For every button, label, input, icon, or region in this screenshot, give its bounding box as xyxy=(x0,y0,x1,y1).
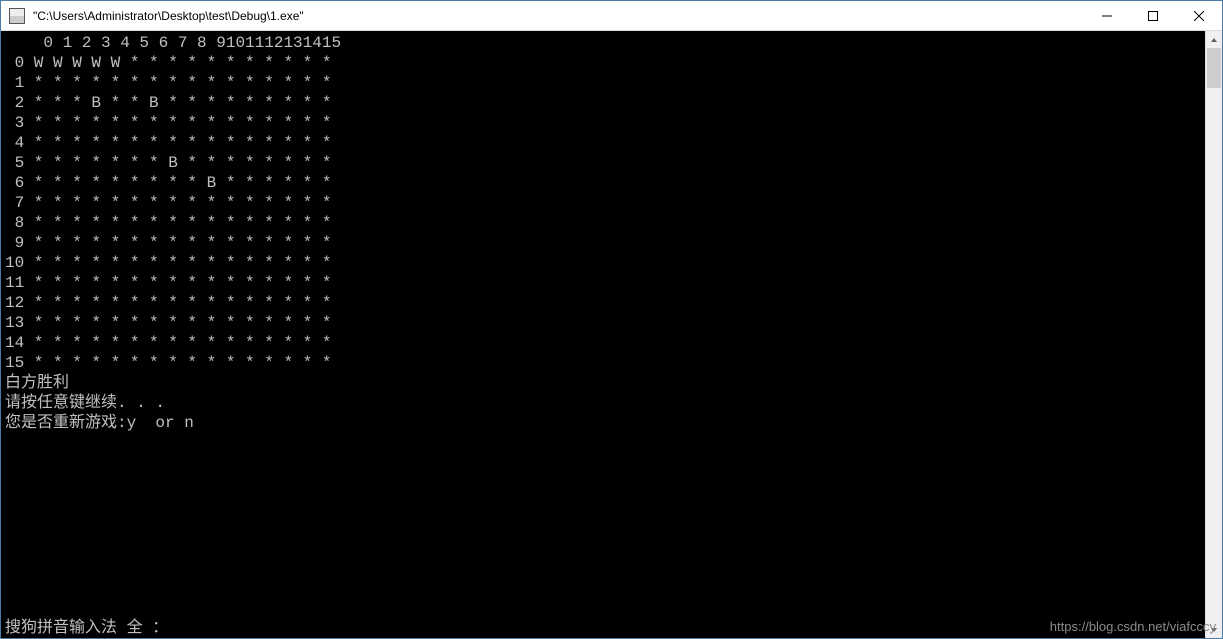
board-row: 0 W W W W W * * * * * * * * * * * xyxy=(5,53,1205,73)
scroll-down-arrow-icon[interactable] xyxy=(1206,621,1222,638)
app-window: "C:\Users\Administrator\Desktop\test\Deb… xyxy=(0,0,1223,639)
close-button[interactable] xyxy=(1176,1,1222,31)
board-row: 11 * * * * * * * * * * * * * * * * xyxy=(5,273,1205,293)
console-filler xyxy=(5,433,1205,618)
board-header-row: 0 1 2 3 4 5 6 7 8 9101112131415 xyxy=(5,33,1205,53)
maximize-button[interactable] xyxy=(1130,1,1176,31)
minimize-button[interactable] xyxy=(1084,1,1130,31)
scroll-up-arrow-icon[interactable] xyxy=(1206,31,1222,48)
board-row: 5 * * * * * * * B * * * * * * * * xyxy=(5,153,1205,173)
board-row: 1 * * * * * * * * * * * * * * * * xyxy=(5,73,1205,93)
board-row: 6 * * * * * * * * * B * * * * * * xyxy=(5,173,1205,193)
ime-status-line: 搜狗拼音输入法 全 ： xyxy=(5,618,1205,638)
titlebar[interactable]: "C:\Users\Administrator\Desktop\test\Deb… xyxy=(1,1,1222,31)
console-output[interactable]: 0 1 2 3 4 5 6 7 8 9101112131415 0 W W W … xyxy=(1,31,1205,638)
winner-message: 白方胜利 xyxy=(5,373,1205,393)
restart-prompt: 您是否重新游戏:y or n xyxy=(5,413,1205,433)
board-row: 8 * * * * * * * * * * * * * * * * xyxy=(5,213,1205,233)
window-title: "C:\Users\Administrator\Desktop\test\Deb… xyxy=(33,9,304,23)
board-row: 9 * * * * * * * * * * * * * * * * xyxy=(5,233,1205,253)
scrollbar-thumb[interactable] xyxy=(1207,48,1221,88)
board-row: 13 * * * * * * * * * * * * * * * * xyxy=(5,313,1205,333)
board-row: 14 * * * * * * * * * * * * * * * * xyxy=(5,333,1205,353)
app-icon xyxy=(9,8,25,24)
board-row: 3 * * * * * * * * * * * * * * * * xyxy=(5,113,1205,133)
board-row: 10 * * * * * * * * * * * * * * * * xyxy=(5,253,1205,273)
board-row: 15 * * * * * * * * * * * * * * * * xyxy=(5,353,1205,373)
board-row: 7 * * * * * * * * * * * * * * * * xyxy=(5,193,1205,213)
board-row: 12 * * * * * * * * * * * * * * * * xyxy=(5,293,1205,313)
board-row: 4 * * * * * * * * * * * * * * * * xyxy=(5,133,1205,153)
press-key-message: 请按任意键继续. . . xyxy=(5,393,1205,413)
vertical-scrollbar[interactable] xyxy=(1205,31,1222,638)
board-row: 2 * * * B * * B * * * * * * * * * xyxy=(5,93,1205,113)
client-area: 0 1 2 3 4 5 6 7 8 9101112131415 0 W W W … xyxy=(1,31,1222,638)
